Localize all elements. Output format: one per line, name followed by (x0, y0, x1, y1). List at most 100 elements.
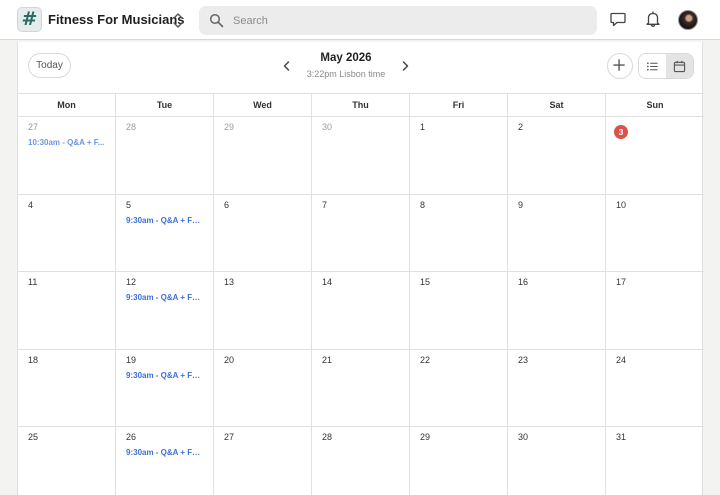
day-cell[interactable]: 12 9:30am - Q&A + Fo... (116, 272, 214, 349)
day-cell[interactable]: 1 (410, 117, 508, 194)
top-bar: # Fitness For Musicians (0, 0, 720, 40)
day-cell[interactable]: 17 (606, 272, 704, 349)
search-icon (209, 13, 224, 28)
day-number: 19 (126, 354, 137, 365)
day-number: 14 (322, 277, 333, 287)
day-number: 1 (420, 122, 426, 132)
weekday-tue: Tue (116, 94, 214, 116)
event-link[interactable]: 10:30am - Q&A + F... (28, 138, 105, 147)
logo-glyph: # (21, 8, 38, 30)
week-row: 27 10:30am - Q&A + F... 28 29 30 1 2 3 (18, 117, 704, 195)
search-bar[interactable] (199, 6, 597, 35)
day-cell[interactable]: 14 (312, 272, 410, 349)
day-cell[interactable]: 27 10:30am - Q&A + F... (18, 117, 116, 194)
day-cell[interactable]: 20 (214, 349, 312, 426)
timezone-label: 3:22pm Lisbon time (306, 69, 386, 79)
plus-icon (613, 59, 625, 71)
week-row: 11 12 9:30am - Q&A + Fo... 13 14 15 16 17 (18, 272, 704, 350)
event-link[interactable]: 9:30am - Q&A + Fo... (126, 293, 203, 302)
day-cell[interactable]: 5 9:30am - Q&A + Fo... (116, 194, 214, 271)
day-cell[interactable]: 7 (312, 194, 410, 271)
day-number: 28 (322, 432, 333, 442)
calendar-icon (673, 60, 686, 72)
user-avatar[interactable] (678, 10, 698, 30)
view-toggle (638, 53, 694, 79)
day-cell[interactable]: 25 (18, 427, 116, 495)
day-number: 27 (28, 122, 39, 132)
day-cell[interactable]: 23 (508, 349, 606, 426)
chevron-up-down-icon[interactable] (172, 12, 184, 29)
day-cell[interactable]: 21 (312, 349, 410, 426)
search-input[interactable] (233, 6, 583, 35)
community-logo[interactable]: # (17, 7, 42, 32)
day-cell[interactable]: 11 (18, 272, 116, 349)
day-number: 2 (518, 122, 524, 132)
day-cell[interactable]: 18 (18, 349, 116, 426)
day-number: 15 (420, 277, 431, 287)
day-cell[interactable]: 30 (312, 117, 410, 194)
week-row: 25 26 9:30am - Q&A + Fo... 27 28 29 30 31 (18, 427, 704, 495)
weekday-sat: Sat (508, 94, 606, 116)
day-number: 17 (616, 277, 627, 287)
day-cell[interactable]: 29 (214, 117, 312, 194)
calendar-view-button[interactable] (666, 54, 693, 78)
chevron-right-icon[interactable] (398, 59, 412, 73)
add-event-button[interactable] (607, 53, 633, 79)
day-cell[interactable]: 16 (508, 272, 606, 349)
month-title: May 2026 (320, 52, 372, 64)
day-cell[interactable]: 4 (18, 194, 116, 271)
day-number: 29 (420, 432, 431, 442)
day-number: 22 (420, 354, 431, 365)
day-cell[interactable]: 30 (508, 427, 606, 495)
weekday-header: Mon Tue Wed Thu Fri Sat Sun (18, 93, 704, 117)
week-row: 4 5 9:30am - Q&A + Fo... 6 7 8 9 10 (18, 194, 704, 272)
day-cell[interactable]: 15 (410, 272, 508, 349)
community-name[interactable]: Fitness For Musicians (48, 12, 185, 27)
day-number: 30 (518, 432, 529, 442)
event-link[interactable]: 9:30am - Q&A + Fo... (126, 216, 203, 225)
day-cell[interactable]: 28 (312, 427, 410, 495)
day-number: 20 (224, 354, 235, 365)
day-cell[interactable]: 24 (606, 350, 704, 427)
day-cell[interactable]: 13 (214, 272, 312, 349)
day-number: 23 (518, 354, 529, 365)
today-button[interactable]: Today (28, 53, 71, 78)
day-cell[interactable]: 22 (410, 349, 508, 426)
day-cell[interactable]: 10 (606, 195, 704, 272)
day-cell[interactable]: 6 (214, 194, 312, 271)
day-cell[interactable]: 28 (116, 117, 214, 194)
day-number: 5 (126, 199, 132, 210)
weekday-mon: Mon (18, 94, 116, 116)
today-badge: 3 (614, 125, 628, 139)
day-cell[interactable]: 19 9:30am - Q&A + Fo... (116, 349, 214, 426)
day-number: 21 (322, 354, 333, 365)
day-cell[interactable]: 26 9:30am - Q&A + Fo... (116, 427, 214, 495)
day-cell[interactable]: 31 (606, 427, 704, 495)
weeks-container: 27 10:30am - Q&A + F... 28 29 30 1 2 3 4 5 9:30am … (18, 117, 704, 495)
event-link[interactable]: 9:30am - Q&A + Fo... (126, 448, 203, 457)
day-number: 7 (322, 199, 328, 210)
day-cell[interactable]: 3 (606, 117, 704, 194)
bell-icon[interactable] (644, 10, 662, 28)
event-link[interactable]: 9:30am - Q&A + Fo... (126, 371, 203, 380)
day-cell[interactable]: 27 (214, 427, 312, 495)
day-cell[interactable]: 2 (508, 117, 606, 194)
calendar-panel: Today May 2026 3:22pm Lisbon time Mon Tue… (17, 42, 704, 495)
weekday-thu: Thu (312, 94, 410, 116)
day-number: 18 (28, 354, 39, 365)
day-number: 13 (224, 277, 235, 287)
day-cell[interactable]: 8 (410, 194, 508, 271)
list-icon (647, 61, 658, 71)
day-cell[interactable]: 29 (410, 427, 508, 495)
day-number: 10 (616, 199, 627, 210)
day-cell[interactable]: 9 (508, 194, 606, 271)
day-number: 28 (126, 122, 137, 132)
day-number: 12 (126, 277, 137, 287)
day-number: 11 (28, 277, 38, 287)
day-number: 31 (616, 432, 627, 442)
day-number: 30 (322, 122, 333, 132)
day-number: 8 (420, 199, 426, 210)
day-number: 24 (616, 354, 627, 365)
list-view-button[interactable] (639, 54, 666, 78)
chat-bubble-icon[interactable] (609, 10, 627, 28)
